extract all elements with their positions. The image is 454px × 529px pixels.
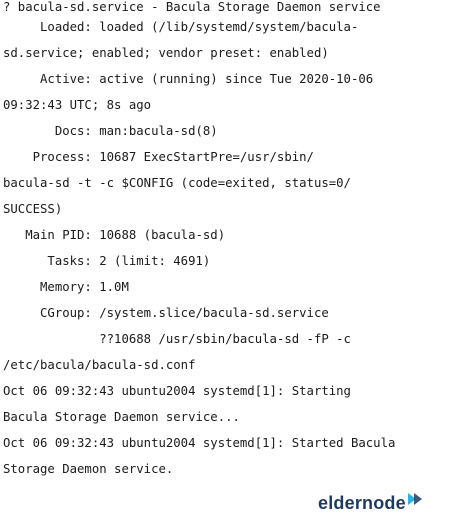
terminal-line: Storage Daemon service.	[3, 462, 174, 476]
terminal-line: SUCCESS)	[3, 202, 63, 216]
terminal-line: CGroup: /system.slice/bacula-sd.service	[3, 306, 329, 320]
terminal-line: ? bacula-sd.service - Bacula Storage Dae…	[3, 0, 381, 14]
terminal-line: 09:32:43 UTC; 8s ago	[3, 98, 152, 112]
eldernode-logo: eldernode	[318, 488, 442, 518]
terminal-line: Docs: man:bacula-sd(8)	[3, 124, 218, 138]
terminal-line: Tasks: 2 (limit: 4691)	[3, 254, 211, 268]
terminal-line: Oct 06 09:32:43 ubuntu2004 systemd[1]: S…	[3, 384, 351, 398]
terminal-line: Oct 06 09:32:43 ubuntu2004 systemd[1]: S…	[3, 436, 396, 450]
terminal-line: sd.service; enabled; vendor preset: enab…	[3, 46, 329, 60]
terminal-line: bacula-sd -t -c $CONFIG (code=exited, st…	[3, 176, 351, 190]
terminal-line: Bacula Storage Daemon service...	[3, 410, 240, 424]
arrow-front-icon	[413, 493, 422, 505]
terminal-line: /etc/bacula/bacula-sd.conf	[3, 358, 196, 372]
terminal-output: ? bacula-sd.service - Bacula Storage Dae…	[0, 0, 454, 482]
terminal-line: Process: 10687 ExecStartPre=/usr/sbin/	[3, 150, 314, 164]
terminal-line: Memory: 1.0M	[3, 280, 129, 294]
terminal-line: ??10688 /usr/sbin/bacula-sd -fP -c	[3, 332, 351, 346]
play-arrows-icon	[407, 493, 422, 505]
terminal-line: Active: active (running) since Tue 2020-…	[3, 72, 374, 86]
terminal-line: Main PID: 10688 (bacula-sd)	[3, 228, 226, 242]
logo-text: eldernode	[318, 492, 406, 513]
terminal-line: Loaded: loaded (/lib/systemd/system/bacu…	[3, 20, 359, 34]
